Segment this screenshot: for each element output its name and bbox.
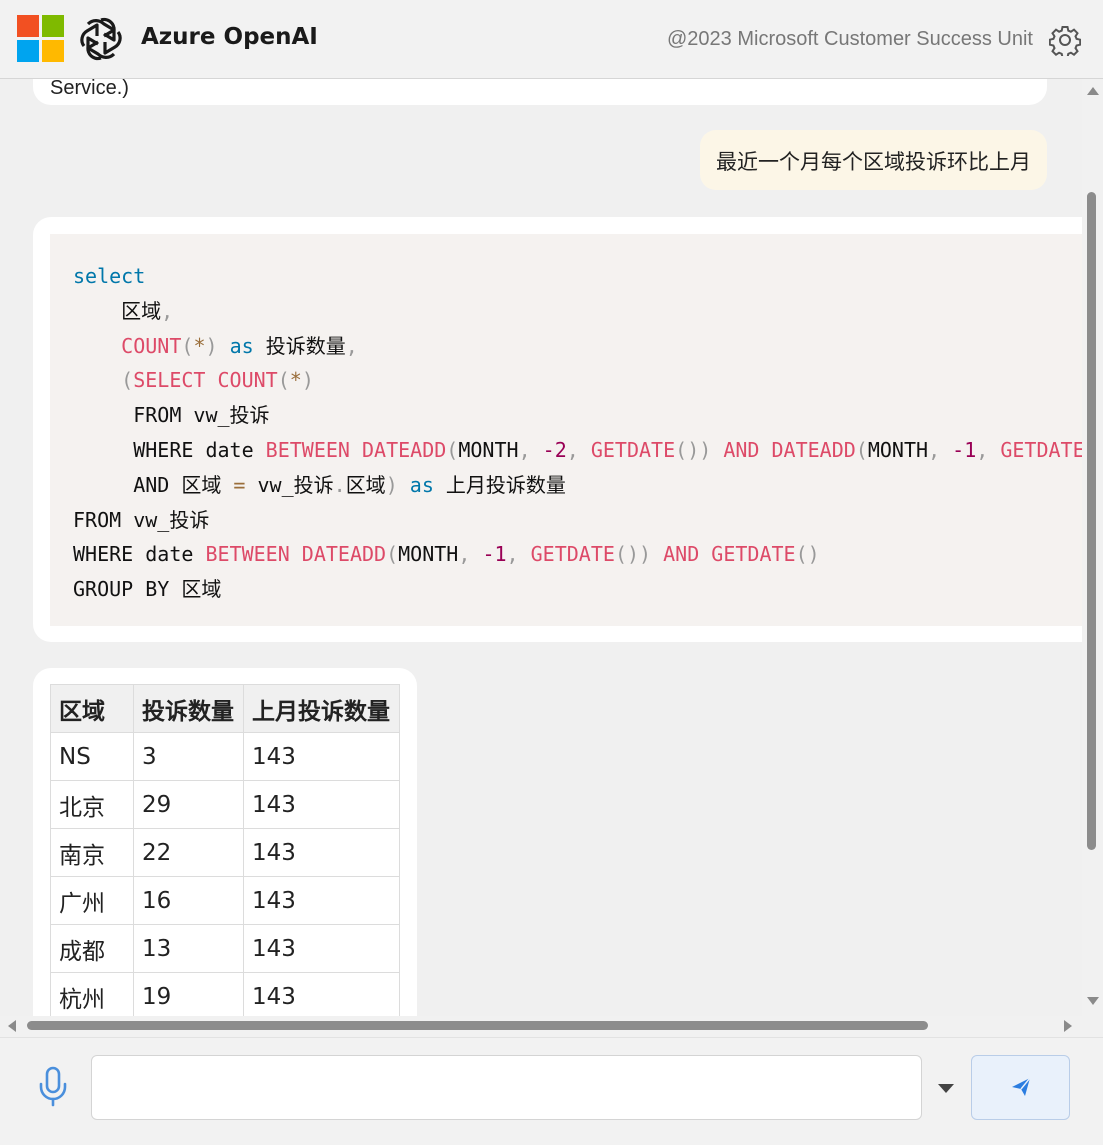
table-row: NS 3 143 [50,732,400,781]
message-input[interactable] [91,1055,922,1120]
code-line: GROUP BY 区域 [73,577,222,602]
table-cell: 13 [133,924,244,973]
table-row: 北京 29 143 [50,780,400,829]
table-row: 杭州 19 143 [50,972,400,1016]
scroll-right-icon[interactable] [1064,1020,1072,1032]
copyright-text: @2023 Microsoft Customer Success Unit [667,28,1033,50]
vertical-scroll-thumb[interactable] [1087,192,1096,850]
table-cell: 广州 [50,876,134,925]
send-icon [1012,1077,1031,1096]
microphone-icon[interactable] [36,1066,70,1108]
sql-code: select 区域, COUNT(*) as 投诉数量, (SELECT COU… [73,259,1082,607]
code-line: AND 区域 = vw_投诉.区域) as 上月投诉数量 [73,472,566,497]
code-line: WHERE date BETWEEN DATEADD(MONTH, -2, GE… [73,437,1082,462]
scroll-down-icon[interactable] [1087,997,1099,1005]
table-cell: 16 [133,876,244,925]
table-row: 南京 22 143 [50,828,400,877]
gear-icon[interactable] [1049,24,1081,56]
user-message: 最近一个月每个区域投诉环比上月 [700,130,1047,190]
code-block: select 区域, COUNT(*) as 投诉数量, (SELECT COU… [50,234,1082,626]
table-cell: 143 [243,876,400,925]
table-cell: 143 [243,924,400,973]
assistant-message-sql: select 区域, COUNT(*) as 投诉数量, (SELECT COU… [33,217,1082,642]
microsoft-logo-icon [17,15,64,62]
result-table: 区域 投诉数量 上月投诉数量 NS 3 143 北京 29 143 南京 22 … [50,684,400,1016]
table-cell: 杭州 [50,972,134,1016]
chat-area[interactable]: Service.) 最近一个月每个区域投诉环比上月 select 区域, COU… [0,79,1082,1016]
vertical-scrollbar[interactable] [1082,79,1103,1016]
horizontal-scrollbar[interactable] [0,1016,1082,1037]
send-button[interactable] [971,1055,1070,1120]
table-row: 广州 16 143 [50,876,400,925]
assistant-message-table: 区域 投诉数量 上月投诉数量 NS 3 143 北京 29 143 南京 22 … [33,668,417,1016]
assistant-message-previous: Service.) [33,79,1047,105]
table-cell: 29 [133,780,244,829]
table-cell: 143 [243,828,400,877]
code-line: WHERE date BETWEEN DATEADD(MONTH, -1, GE… [73,542,820,567]
table-cell: 143 [243,732,400,781]
message-text: Service.) [50,79,129,99]
table-row: 成都 13 143 [50,924,400,973]
code-line: 区域, [73,298,174,323]
table-header-row: 区域 投诉数量 上月投诉数量 [50,684,400,733]
code-line: FROM vw_投诉 [73,403,270,428]
scrollbar-corner [1082,1016,1103,1037]
table-cell: 成都 [50,924,134,973]
table-cell: 南京 [50,828,134,877]
code-line: (SELECT COUNT(*) [121,368,314,393]
table-cell: 22 [133,828,244,877]
horizontal-scroll-thumb[interactable] [27,1021,928,1030]
scroll-left-icon[interactable] [8,1020,16,1032]
app-title: Azure OpenAI [141,24,318,50]
table-cell: 19 [133,972,244,1016]
table-cell: 北京 [50,780,134,829]
openai-logo-icon [80,17,122,61]
app-header: Azure OpenAI @2023 Microsoft Customer Su… [0,0,1103,79]
scroll-up-icon[interactable] [1087,87,1099,95]
code-line: FROM vw_投诉 [73,507,210,532]
table-cell: 143 [243,780,400,829]
column-header: 区域 [50,684,134,733]
column-header: 上月投诉数量 [243,684,400,733]
table-cell: 143 [243,972,400,1016]
table-cell: NS [50,732,134,781]
column-header: 投诉数量 [133,684,244,733]
input-bar [0,1037,1103,1145]
table-cell: 3 [133,732,244,781]
caret-down-icon[interactable] [938,1084,954,1093]
code-line: select [73,264,146,288]
code-line: COUNT(*) as 投诉数量, [121,333,358,358]
